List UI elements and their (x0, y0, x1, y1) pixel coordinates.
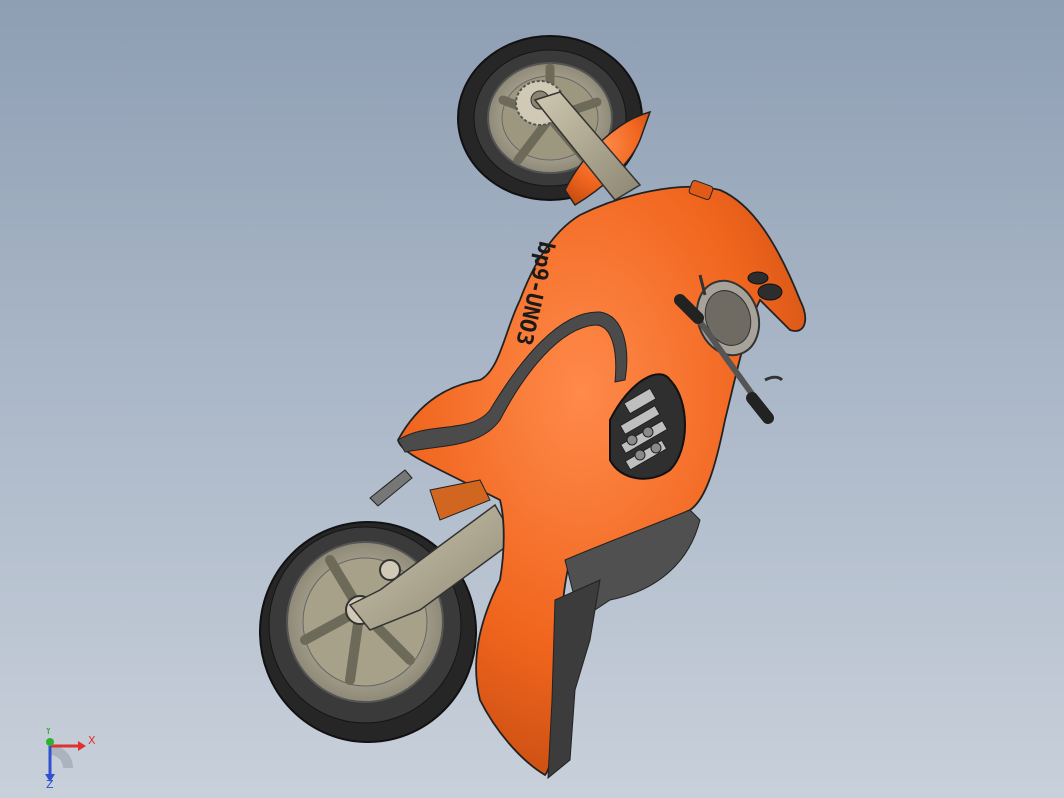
kickstand (369, 469, 413, 507)
exhaust-trim (547, 579, 601, 780)
y-axis-label: Y (44, 728, 52, 737)
graphics-viewport[interactable]: bp9-UNO3 X Y Z (0, 0, 1064, 798)
triad-arc (49, 745, 73, 769)
x-axis-label: X (88, 734, 96, 747)
rear-tail-bracket (429, 479, 491, 521)
y-axis-dot (46, 738, 54, 746)
coordinate-triad: X Y Z (38, 724, 108, 791)
x-axis-head (78, 741, 86, 751)
z-axis-label: Z (46, 778, 54, 788)
motorcycle-model[interactable]: bp9-UNO3 (0, 0, 1064, 798)
